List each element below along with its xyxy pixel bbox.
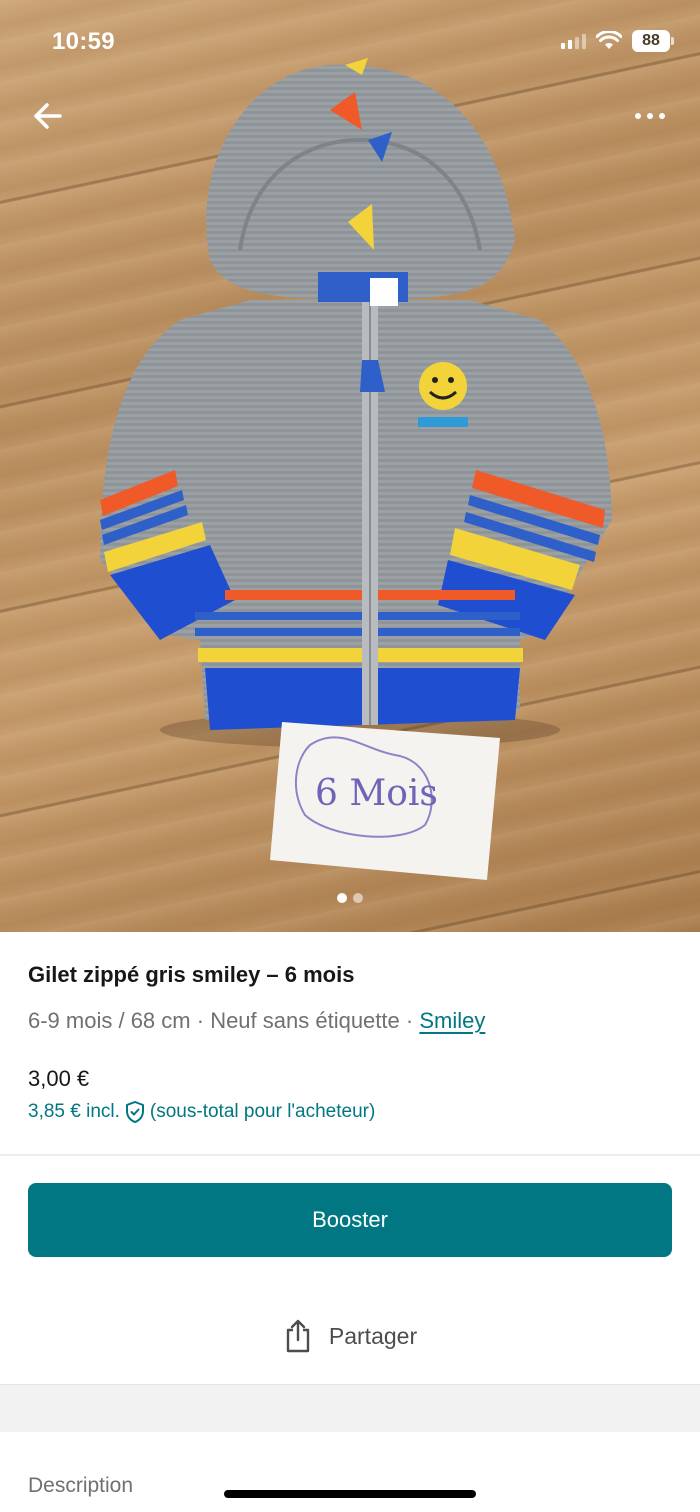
product-size: 6-9 mois / 68 cm [28, 1008, 191, 1033]
product-condition: Neuf sans étiquette [210, 1008, 400, 1033]
more-horizontal-icon[interactable] [628, 104, 672, 128]
product-details: 6-9 mois / 68 cm · Neuf sans étiquette ·… [28, 1008, 672, 1034]
separator: · [405, 1008, 414, 1033]
product-photo[interactable]: 6 Mois 10:59 88 [0, 0, 700, 932]
item-price: 3,00 € [28, 1066, 90, 1091]
share-label: Partager [328, 1322, 418, 1349]
brand-link[interactable]: Smiley [419, 1008, 485, 1033]
product-title: Gilet zippé gris smiley – 6 mois [28, 962, 355, 987]
status-icons: 88 [561, 30, 674, 52]
product-info: Gilet zippé gris smiley – 6 mois 6-9 moi… [28, 962, 672, 1034]
arrow-left-icon[interactable] [30, 98, 66, 134]
shield-check-icon [125, 1101, 144, 1123]
cellular-signal-icon [561, 33, 586, 49]
wifi-icon [596, 31, 622, 49]
carousel-dot-2[interactable] [353, 893, 363, 903]
status-time: 10:59 [52, 28, 115, 55]
booster-button[interactable]: Booster [28, 1183, 672, 1257]
carousel-dot-1[interactable] [337, 893, 347, 903]
description-heading: Description [28, 1474, 134, 1497]
carousel-indicator [0, 893, 700, 903]
home-indicator [224, 1490, 476, 1498]
battery-icon: 88 [632, 30, 674, 52]
photo-note-text: 6 Mois [315, 773, 438, 814]
price-incl-note: (sous-total pour l'acheteur) [149, 1101, 376, 1122]
share-icon [286, 1319, 310, 1353]
cardigan-image: 6 Mois [100, 58, 612, 880]
price-incl: 3,85 € incl. [28, 1101, 120, 1122]
divider [0, 1154, 700, 1156]
separator: · [196, 1008, 205, 1033]
share-button[interactable]: Partager [0, 1312, 700, 1360]
status-bar: 10:59 88 [0, 0, 700, 86]
price-incl-row[interactable]: 3,85 € incl. (sous-total pour l'acheteur… [28, 1100, 375, 1124]
section-separator [0, 1384, 700, 1432]
